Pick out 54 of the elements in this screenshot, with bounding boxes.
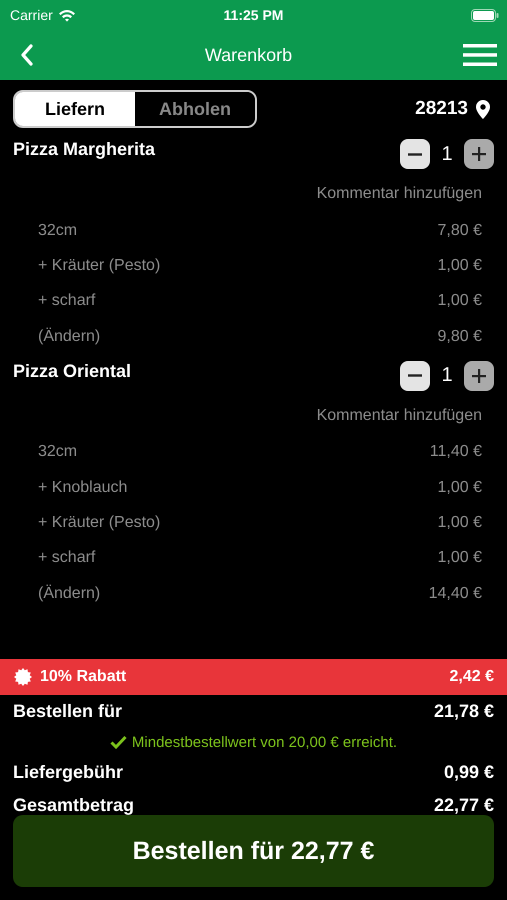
option-price: 1,00 € [438,478,482,497]
option-label: (Ändern) [38,584,100,603]
option-label: + Kräuter (Pesto) [38,257,160,276]
battery-icon [471,8,499,22]
increase-button[interactable] [464,139,494,169]
option-price: 1,00 € [438,514,482,532]
location-pin-icon[interactable] [476,100,490,118]
plus-icon [472,147,486,161]
option-label: + Knoblauch [38,478,128,497]
option-label: + Kräuter (Pesto) [38,514,160,532]
clock-time: 11:25 PM [224,7,284,23]
option-price: 14,40 € [428,584,482,603]
total-label: Gesamtbetrag [13,795,134,816]
subtotal-label: Bestellen für [13,701,122,722]
option-price: 11,40 € [430,443,482,462]
quantity: 1 [440,364,454,388]
back-icon[interactable] [20,44,34,66]
quantity: 1 [440,142,454,166]
add-comment-link[interactable]: Kommentar hinzufügen [316,185,482,203]
checkmark-icon [110,735,127,749]
option-label: + scharf [38,549,96,568]
carrier-label: Carrier [10,7,53,23]
badge-icon [14,668,32,686]
decrease-button[interactable] [400,360,430,391]
decrease-button[interactable] [400,139,430,169]
option-price: 1,00 € [438,292,482,310]
screen-title: Warenkorb [204,44,292,66]
option-price: 7,80 € [438,222,482,240]
minimum-order-notice: Mindestbestellwert von 20,00 € erreicht. [132,734,398,750]
minus-icon [408,374,422,378]
menu-icon[interactable] [463,43,497,67]
wifi-icon [58,8,76,22]
discount-amount: 2,42 € [450,668,494,686]
delivery-fee-label: Liefergebühr [13,762,124,783]
delivery-fee-amount: 0,99 € [444,762,494,783]
option-label: 32cm [38,443,78,462]
total-amount: 22,77 € [434,795,494,816]
order-button[interactable]: Bestellen für 22,77 € [13,815,494,887]
option-label: + scharf [38,292,96,310]
item-name: Pizza Oriental [13,360,132,382]
plus-icon [472,368,486,383]
postcode[interactable]: 28213 [415,98,468,120]
option-label: (Ändern) [38,328,100,346]
minus-icon [408,152,422,156]
mode-tab[interactable]: Liefern [15,92,135,126]
subtotal-amount: 21,78 € [434,701,494,722]
item-name: Pizza Margherita [13,138,156,160]
discount-label: 10% Rabatt [40,668,126,686]
option-price: 1,00 € [438,257,482,276]
option-price: 9,80 € [438,328,482,346]
increase-button[interactable] [464,360,494,391]
option-price: 1,00 € [438,549,482,568]
add-comment-link[interactable]: Kommentar hinzufügen [316,406,482,425]
option-label: 32cm [38,222,78,240]
